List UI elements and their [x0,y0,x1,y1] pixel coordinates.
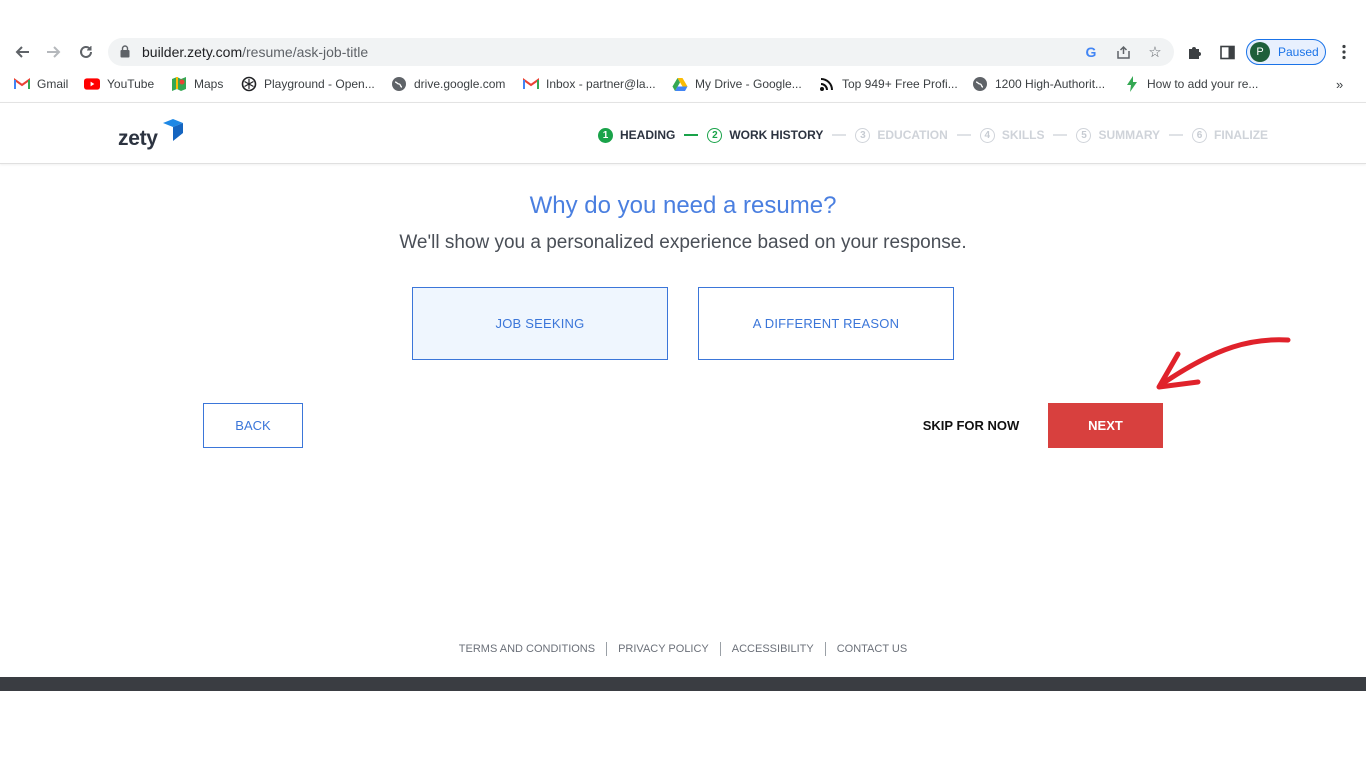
step-work-history[interactable]: 2 WORK HISTORY [707,127,824,143]
globe-icon [972,76,988,92]
address-bar[interactable]: builder.zety.com/resume/ask-job-title G … [108,38,1174,66]
terms-link[interactable]: TERMS AND CONDITIONS [448,643,606,655]
profile-status: Paused [1278,45,1319,59]
forward-arrow-icon[interactable] [42,40,66,64]
back-button[interactable]: BACK [203,403,303,448]
step-heading[interactable]: 1 HEADING [598,127,676,143]
step-label: SUMMARY [1098,128,1161,142]
step-label: EDUCATION [877,128,948,142]
bookmark-playground[interactable]: Playground - Open... [241,73,375,95]
footer-links: TERMS AND CONDITIONS PRIVACY POLICY ACCE… [0,641,1366,657]
step-label: WORK HISTORY [729,128,824,142]
progress-steps: 1 HEADING 2 WORK HISTORY 3 EDUCATION 4 S… [598,126,1268,144]
step-separator [956,134,971,136]
bookmark-top-949[interactable]: Top 949+ Free Profi... [819,73,958,95]
step-label: HEADING [620,128,676,142]
lock-icon [120,45,130,58]
youtube-icon [84,76,100,92]
bookmark-1200-high[interactable]: 1200 High-Authorit... [972,73,1105,95]
step-education: 3 EDUCATION [855,127,948,143]
google-drive-icon [672,76,688,92]
step-label: FINALIZE [1214,128,1269,142]
maps-icon [171,76,187,92]
footer-bar [0,677,1366,691]
step-number: 4 [979,127,995,143]
url-text: builder.zety.com/resume/ask-job-title [142,44,369,60]
page-subtitle: We'll show you a personalized experience… [399,232,967,253]
step-number: 1 [598,127,613,143]
bookmark-how-to-add[interactable]: How to add your re... [1124,73,1258,95]
step-separator [1053,134,1068,136]
side-panel-icon[interactable] [1216,41,1238,63]
more-menu-icon[interactable] [1336,41,1352,63]
lightning-icon [1124,76,1140,92]
openai-icon [241,76,257,92]
step-separator [684,134,699,136]
step-finalize: 6 FINALIZE [1192,127,1269,143]
google-icon[interactable]: G [1082,43,1100,61]
contact-link[interactable]: CONTACT US [826,643,919,655]
step-number: 6 [1192,127,1208,143]
step-separator [832,134,847,136]
feed-icon [819,76,835,92]
profile-button[interactable]: P Paused [1246,39,1326,65]
gmail-icon [14,76,30,92]
bookmark-star-icon[interactable]: ☆ [1146,43,1164,61]
bookmark-maps[interactable]: Maps [171,73,223,95]
privacy-link[interactable]: PRIVACY POLICY [607,643,720,655]
accessibility-link[interactable]: ACCESSIBILITY [721,643,825,655]
avatar: P [1250,42,1270,62]
bookmark-gmail[interactable]: Gmail [14,73,68,95]
share-icon[interactable] [1114,43,1132,61]
bookmark-youtube[interactable]: YouTube [84,73,154,95]
browser-chrome: builder.zety.com/resume/ask-job-title G … [0,0,1366,102]
extensions-puzzle-icon[interactable] [1184,41,1206,63]
bookmark-drive-google[interactable]: drive.google.com [391,73,505,95]
logo-text: zety [118,127,158,150]
step-number: 2 [707,127,723,143]
globe-icon [391,76,407,92]
next-button[interactable]: NEXT [1048,403,1163,448]
bookmarks-bar: Gmail YouTube Maps Playground - Open... … [0,73,1366,95]
gmail-icon [523,76,539,92]
annotation-arrow-icon [1156,337,1291,390]
bookmark-my-drive[interactable]: My Drive - Google... [672,73,802,95]
bookmark-inbox[interactable]: Inbox - partner@la... [523,73,656,95]
site-header: zety 1 HEADING 2 WORK HISTORY 3 EDUCATIO… [0,102,1366,164]
logo-mark-icon [163,119,183,141]
bookmarks-overflow-button[interactable]: » [1336,73,1343,95]
different-reason-option[interactable]: A DIFFERENT REASON [698,287,954,360]
step-number: 5 [1076,127,1092,143]
page-title: Why do you need a resume? [529,192,837,219]
step-summary: 5 SUMMARY [1076,127,1161,143]
step-separator [1169,134,1184,136]
step-label: SKILLS [1001,128,1045,142]
step-number: 3 [855,127,871,143]
step-skills: 4 SKILLS [979,127,1045,143]
skip-for-now-button[interactable]: SKIP FOR NOW [912,403,1030,448]
job-seeking-option[interactable]: JOB SEEKING [412,287,668,360]
reload-icon[interactable] [74,40,98,64]
back-arrow-icon[interactable] [10,40,34,64]
